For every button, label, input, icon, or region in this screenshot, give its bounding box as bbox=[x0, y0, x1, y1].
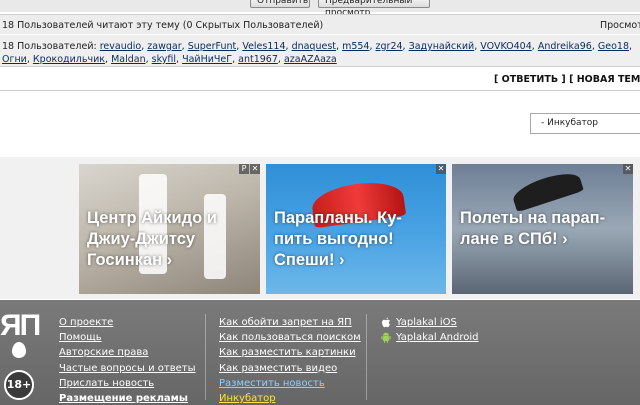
user-link[interactable]: Veles114 bbox=[242, 41, 285, 52]
viewers-count-text: 18 Пользователей читают эту тему (0 Скры… bbox=[2, 20, 324, 31]
user-separator: , bbox=[336, 41, 340, 52]
user-link[interactable]: azaAZAaza bbox=[284, 54, 337, 65]
user-link[interactable]: ЧайНиЧеГ bbox=[182, 54, 232, 65]
paraglider-image bbox=[510, 167, 584, 213]
footer-link-faq[interactable]: Частые вопросы и ответы bbox=[59, 361, 196, 376]
divider bbox=[0, 90, 640, 91]
user-links: revaudio, zawgar, SuperFunt, Veles114, d… bbox=[2, 41, 632, 65]
age-badge: 18+ bbox=[4, 370, 34, 400]
ad-card-aikido[interactable]: P ✕ Центр Айкидо и Джиу-Джитсу Госинкан … bbox=[79, 164, 260, 294]
reply-button[interactable]: [ ОТВЕТИТЬ ] bbox=[494, 74, 566, 85]
user-separator: , bbox=[531, 41, 535, 52]
ad-tag-icon[interactable]: P bbox=[239, 164, 249, 174]
user-link[interactable]: zawgar bbox=[147, 41, 181, 52]
apple-icon bbox=[382, 317, 391, 328]
ad-text[interactable]: Центр Айкидо и Джиу-Джитсу Госинкан › bbox=[87, 208, 254, 271]
user-separator: , bbox=[145, 54, 149, 65]
active-users-list: 18 Пользователей: revaudio, zawgar, Supe… bbox=[0, 35, 640, 67]
send-button[interactable]: Отправить bbox=[250, 0, 310, 8]
user-link[interactable]: ant1967 bbox=[238, 54, 278, 65]
user-separator: , bbox=[277, 54, 281, 65]
user-link[interactable]: m554 bbox=[342, 41, 369, 52]
footer-links-apps: Yaplakal iOS Yaplakal Android bbox=[381, 315, 478, 345]
forum-jump-select[interactable]: - Инкубатор bbox=[530, 113, 640, 134]
user-link[interactable]: dnaquest bbox=[292, 41, 336, 52]
user-separator: , bbox=[236, 41, 240, 52]
user-separator: , bbox=[181, 41, 185, 52]
footer-link-advertising[interactable]: Размещение рекламы bbox=[59, 391, 196, 405]
footer-link-send-news[interactable]: Прислать новость bbox=[59, 376, 196, 391]
site-footer: ЯП 18+ О проекте Помощь Авторские права … bbox=[0, 300, 640, 405]
user-link[interactable]: zgr24 bbox=[376, 41, 403, 52]
new-topic-button[interactable]: [ НОВАЯ ТЕМА bbox=[569, 74, 640, 85]
user-separator: , bbox=[285, 41, 289, 52]
android-label: Yaplakal Android bbox=[396, 332, 479, 344]
user-link[interactable]: Maldan bbox=[111, 54, 146, 65]
footer-links-about: О проекте Помощь Авторские права Частые … bbox=[59, 315, 196, 405]
user-separator: , bbox=[369, 41, 373, 52]
user-separator: , bbox=[176, 54, 180, 65]
top-toolbar: Отправить Предварительный просмотр bbox=[0, 0, 640, 18]
user-separator: , bbox=[105, 54, 109, 65]
footer-divider bbox=[205, 314, 206, 400]
user-separator: , bbox=[26, 54, 30, 65]
ad-text[interactable]: Парапланы. Ку-пить выгодно! Спеши! › bbox=[274, 208, 440, 271]
preview-button[interactable]: Предварительный просмотр bbox=[318, 0, 430, 18]
ad-close-icon[interactable]: ✕ bbox=[250, 164, 260, 174]
user-link[interactable]: Огни bbox=[2, 54, 27, 65]
users-label: 18 Пользователей: bbox=[2, 41, 97, 52]
footer-link-video-help[interactable]: Как разместить видео bbox=[219, 361, 361, 376]
footer-link-images-help[interactable]: Как разместить картинки bbox=[219, 345, 361, 360]
footer-link-help[interactable]: Помощь bbox=[59, 330, 196, 345]
user-separator: , bbox=[141, 41, 145, 52]
footer-link-post-news[interactable]: Разместить новость bbox=[219, 376, 361, 391]
ios-label: Yaplakal iOS bbox=[396, 317, 457, 328]
user-separator: , bbox=[628, 41, 633, 52]
user-separator: , bbox=[402, 41, 406, 52]
ad-card-paragliders[interactable]: ✕ Парапланы. Ку-пить выгодно! Спеши! › bbox=[266, 164, 446, 294]
ad-close-icon[interactable]: ✕ bbox=[623, 164, 633, 174]
user-link[interactable]: Andreika96 bbox=[538, 41, 592, 52]
user-link[interactable]: SuperFunt bbox=[188, 41, 237, 52]
ad-card-flights[interactable]: ✕ Полеты на парап-лане в СПб! › bbox=[452, 164, 633, 294]
footer-links-howto: Как обойти запрет на ЯП Как пользоваться… bbox=[219, 315, 361, 405]
user-separator: , bbox=[232, 54, 236, 65]
viewers-right-text[interactable]: Просмот bbox=[600, 20, 640, 31]
topic-viewers-bar: 18 Пользователей читают эту тему (0 Скры… bbox=[0, 14, 640, 34]
user-link[interactable]: Задунайский bbox=[409, 41, 475, 52]
user-link[interactable]: revaudio bbox=[100, 41, 142, 52]
footer-link-copyright[interactable]: Авторские права bbox=[59, 345, 196, 360]
user-link[interactable]: VOVKO404 bbox=[480, 41, 531, 52]
footer-divider bbox=[366, 314, 367, 400]
user-link[interactable]: skyfil bbox=[152, 54, 176, 65]
user-link[interactable]: Geo18 bbox=[598, 41, 629, 52]
user-separator: , bbox=[591, 41, 595, 52]
android-icon bbox=[381, 332, 391, 344]
footer-link-search-help[interactable]: Как пользоваться поиском bbox=[219, 330, 361, 345]
footer-link-android[interactable]: Yaplakal Android bbox=[381, 330, 478, 345]
ad-close-icon[interactable]: ✕ bbox=[436, 164, 446, 174]
user-separator: , bbox=[474, 41, 478, 52]
ad-text[interactable]: Полеты на парап-лане в СПб! › bbox=[460, 208, 627, 250]
drop-icon bbox=[12, 342, 26, 358]
footer-link-ios[interactable]: Yaplakal iOS bbox=[381, 315, 478, 330]
topic-actions: [ ОТВЕТИТЬ ] [ НОВАЯ ТЕМА bbox=[494, 74, 640, 85]
footer-link-incubator[interactable]: Инкубатор bbox=[219, 391, 361, 405]
footer-link-bypass-block[interactable]: Как обойти запрет на ЯП bbox=[219, 315, 361, 330]
footer-link-about[interactable]: О проекте bbox=[59, 315, 196, 330]
user-link[interactable]: Крокодильчик bbox=[33, 54, 105, 65]
